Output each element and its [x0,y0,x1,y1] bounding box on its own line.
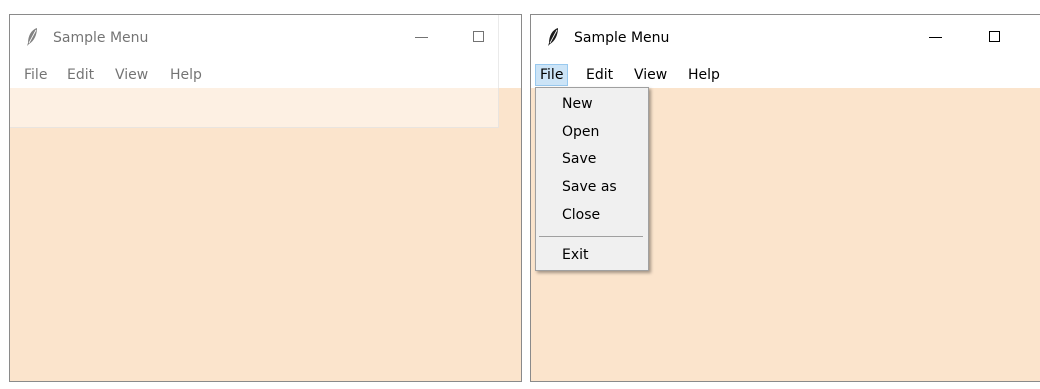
sample-menu-window-open: Sample Menu File Edit View Help New Open… [530,14,1040,382]
menu-edit[interactable]: Edit [63,64,98,86]
maximize-button[interactable] [981,24,1011,52]
menu-item-new[interactable]: New [562,93,593,115]
minimize-icon [415,37,428,38]
menu-item-exit[interactable]: Exit [562,244,589,266]
minimize-button[interactable] [921,24,951,52]
menu-view[interactable]: View [111,64,152,86]
menu-item-save[interactable]: Save [562,148,596,170]
window-title: Sample Menu [574,30,670,46]
sample-menu-window-closed: Sample Menu File Edit View Help [9,14,522,382]
minimize-icon [929,37,942,38]
title-bar: Sample Menu [531,15,1040,60]
file-dropdown-menu: New Open Save Save as Close Exit [535,87,649,271]
menu-separator [539,236,643,237]
menu-bar: File Edit View Help [531,60,1040,88]
screenshot-stage: Sample Menu File Edit View Help Sample M… [0,0,1040,389]
maximize-icon [473,31,484,42]
menu-help[interactable]: Help [166,64,206,86]
feather-icon [27,28,37,46]
window-title: Sample Menu [53,30,149,46]
minimize-button[interactable] [407,24,437,52]
title-bar: Sample Menu [10,15,521,60]
menu-item-save-as[interactable]: Save as [562,176,617,198]
menu-bar: File Edit View Help [10,60,521,88]
menu-file[interactable]: File [20,64,51,86]
menu-item-close[interactable]: Close [562,204,600,226]
maximize-button[interactable] [465,24,495,52]
menu-edit[interactable]: Edit [582,64,617,86]
menu-item-open[interactable]: Open [562,121,599,143]
maximize-icon [989,31,1000,42]
menu-help[interactable]: Help [684,64,724,86]
menu-file-active[interactable]: File [535,64,569,86]
menu-view[interactable]: View [630,64,671,86]
feather-icon [548,28,558,46]
